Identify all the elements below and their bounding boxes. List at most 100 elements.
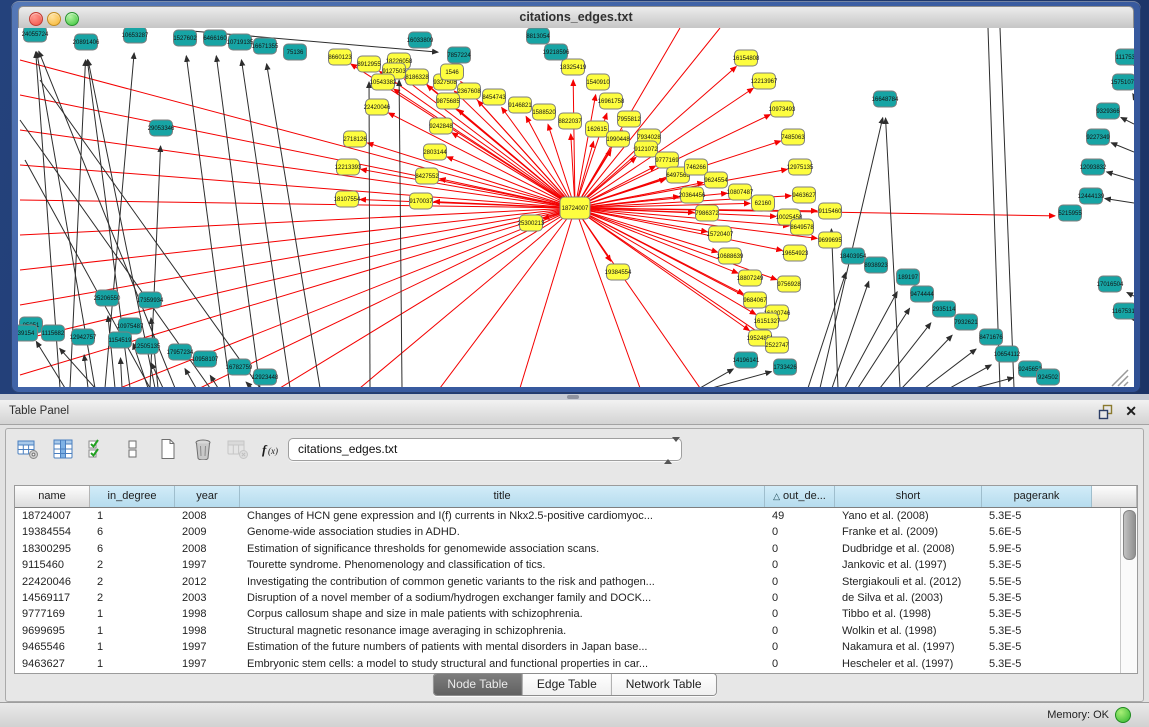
show-columns-button[interactable]: [51, 438, 75, 462]
graph-node[interactable]: 19654923: [782, 245, 809, 261]
graph-node[interactable]: 10958107: [192, 351, 219, 367]
vertical-scrollbar[interactable]: [1120, 508, 1137, 673]
graph-node[interactable]: 11675313: [1112, 303, 1134, 319]
graph-node[interactable]: 2718126: [343, 131, 367, 147]
graph-node[interactable]: 15720407: [707, 226, 734, 242]
graph-node[interactable]: 6466160: [203, 30, 227, 46]
graph-node[interactable]: 10543382: [370, 74, 397, 90]
graph-node[interactable]: 924502: [1037, 369, 1060, 385]
graph-node[interactable]: 18107554: [334, 191, 361, 207]
graph-node[interactable]: 12942757: [70, 329, 97, 345]
graph-node[interactable]: 10688639: [717, 248, 744, 264]
split-pane-handle[interactable]: [567, 395, 579, 399]
graph-node[interactable]: 16154808: [733, 50, 760, 66]
graph-node[interactable]: 7955812: [617, 111, 641, 127]
graph-node[interactable]: 9146821: [508, 97, 532, 113]
graph-node[interactable]: 12975135: [787, 159, 814, 175]
graph-node[interactable]: 12213393: [335, 159, 362, 175]
graph-node[interactable]: 8938923: [864, 257, 888, 273]
graph-node[interactable]: 2367608: [457, 83, 481, 99]
graph-node[interactable]: 8471676: [979, 329, 1003, 345]
clear-selection-button[interactable]: [121, 438, 145, 462]
graph-node[interactable]: 12505135: [134, 338, 161, 354]
graph-node[interactable]: 18403954: [840, 248, 867, 264]
graph-node[interactable]: 18724007: [560, 197, 590, 219]
graph-node[interactable]: 7986372: [695, 205, 719, 221]
resize-grip-icon[interactable]: [1112, 370, 1128, 386]
graph-node[interactable]: 9115460: [819, 203, 843, 219]
graph-node[interactable]: 9463627: [792, 187, 816, 203]
table-row[interactable]: 1872400712008Changes of HCN gene express…: [15, 508, 1121, 524]
graph-node[interactable]: 1115682: [42, 325, 65, 341]
graph-node[interactable]: 16033809: [407, 32, 434, 48]
graph-node[interactable]: 16961758: [598, 93, 625, 109]
graph-node[interactable]: 8822037: [558, 113, 582, 129]
graph-node[interactable]: 12093832: [1080, 159, 1107, 175]
graph-node[interactable]: 162615: [586, 121, 609, 137]
graph-node[interactable]: 10653287: [122, 28, 149, 43]
graph-node[interactable]: 17016504: [1097, 276, 1124, 292]
graph-node[interactable]: 5215955: [1058, 205, 1082, 221]
graph-node[interactable]: 17359934: [137, 292, 164, 308]
graph-node[interactable]: 9624554: [704, 172, 728, 188]
graph-node[interactable]: 18807249: [737, 270, 764, 286]
graph-node[interactable]: 29053346: [148, 120, 175, 136]
function-builder-button[interactable]: f(x): [261, 438, 285, 462]
graph-node[interactable]: 25206550: [94, 290, 121, 306]
graph-node[interactable]: 16671355: [252, 38, 279, 54]
graph-node[interactable]: 9242848: [429, 118, 453, 134]
graph-node[interactable]: 9684067: [743, 292, 767, 308]
network-canvas[interactable]: 1872400725300213866012389129551822605891…: [18, 28, 1134, 387]
graph-node[interactable]: 10973493: [769, 101, 796, 117]
graph-node[interactable]: 17957234: [167, 344, 194, 360]
graph-node[interactable]: 8186328: [405, 69, 429, 85]
graph-node[interactable]: 19218596: [543, 44, 570, 60]
graph-node[interactable]: 9227349: [1086, 129, 1110, 145]
graph-node[interactable]: 75136: [284, 44, 307, 60]
graph-node[interactable]: 8454743: [482, 89, 506, 105]
table-row[interactable]: 977716911998Corpus callosum shape and si…: [15, 606, 1121, 622]
table-row[interactable]: 1456911722003Disruption of a novel membe…: [15, 590, 1121, 606]
graph-node[interactable]: 1546: [441, 64, 464, 80]
column-header-short[interactable]: short: [835, 486, 982, 507]
table-settings-button[interactable]: [16, 438, 40, 462]
float-window-icon[interactable]: [1098, 404, 1115, 420]
delete-button[interactable]: [191, 438, 215, 462]
column-header-pagerank[interactable]: pagerank: [982, 486, 1092, 507]
graph-node[interactable]: 39154: [18, 325, 38, 341]
graph-node[interactable]: 1588520: [532, 104, 556, 120]
graph-node[interactable]: 62160: [752, 195, 775, 211]
graph-node[interactable]: 9756928: [777, 276, 801, 292]
graph-node[interactable]: 746266: [685, 159, 708, 175]
graph-node[interactable]: 8813054: [526, 28, 550, 44]
graph-node[interactable]: 1733426: [773, 359, 797, 375]
table-selector-dropdown[interactable]: citations_edges.txt: [288, 438, 682, 461]
column-header-year[interactable]: year: [175, 486, 240, 507]
graph-node[interactable]: 14196141: [733, 352, 760, 368]
graph-node[interactable]: 9777169: [655, 152, 679, 168]
graph-node[interactable]: 12923448: [252, 369, 279, 385]
network-window-titlebar[interactable]: citations_edges.txt: [18, 6, 1134, 30]
graph-node[interactable]: 25300213: [518, 215, 545, 231]
graph-node[interactable]: 9329366: [1096, 103, 1120, 119]
table-row[interactable]: 969969511998Structural magnetic resonanc…: [15, 623, 1121, 639]
table-row[interactable]: 946554611997Estimation of the future num…: [15, 639, 1121, 655]
table-row[interactable]: 2242004622012Investigating the contribut…: [15, 574, 1121, 590]
close-panel-icon[interactable]: ✕: [1125, 403, 1137, 420]
graph-node[interactable]: 7857224: [447, 47, 471, 63]
tab-network-table[interactable]: Network Table: [612, 674, 716, 695]
graph-node[interactable]: 8427552: [415, 168, 439, 184]
new-file-button[interactable]: [156, 438, 180, 462]
graph-node[interactable]: 2935114: [933, 301, 957, 317]
graph-node[interactable]: 12444139: [1078, 188, 1105, 204]
graph-node[interactable]: 16782759: [226, 359, 253, 375]
graph-node[interactable]: 12213967: [751, 73, 778, 89]
graph-node[interactable]: 8649578: [790, 219, 814, 235]
graph-node[interactable]: 20364456: [679, 187, 706, 203]
table-row[interactable]: 946362711997Embryonic stem cells: a mode…: [15, 656, 1121, 672]
graph-node[interactable]: 9474444: [910, 286, 934, 302]
graph-node[interactable]: 7932621: [954, 314, 978, 330]
tab-edge-table[interactable]: Edge Table: [523, 674, 612, 695]
table-row[interactable]: 1938455462009Genome-wide association stu…: [15, 524, 1121, 540]
column-header-in_degree[interactable]: in_degree: [90, 486, 175, 507]
